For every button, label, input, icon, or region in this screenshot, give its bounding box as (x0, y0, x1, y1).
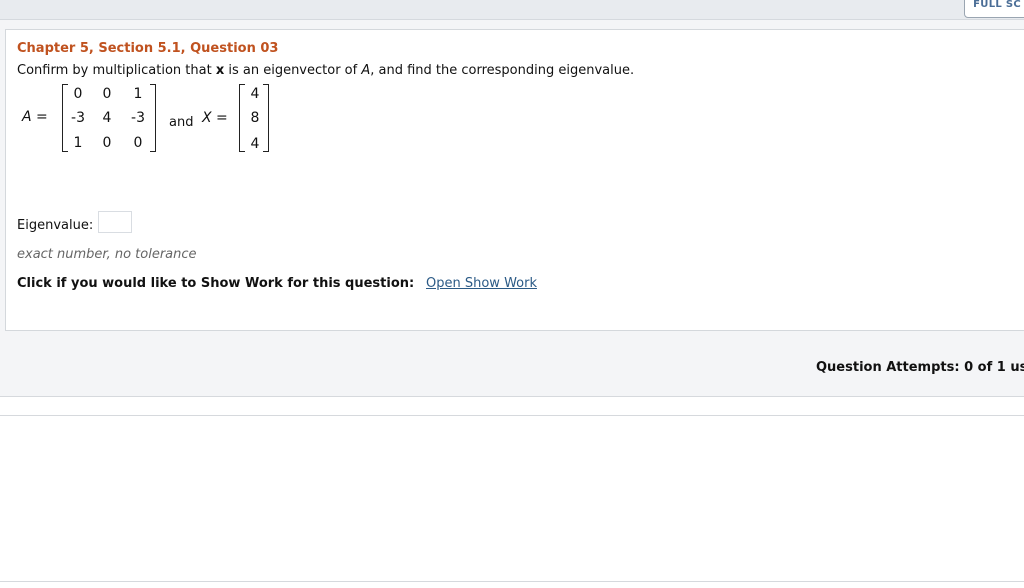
show-work-label: Click if you would like to Show Work for… (17, 276, 415, 291)
vector-x-cell: 4 (250, 86, 260, 102)
question-title: Chapter 5, Section 5.1, Question 03 (17, 41, 279, 56)
matrix-a-label: A = (22, 109, 48, 125)
matrix-a-cell: 0 (102, 86, 112, 102)
bottom-divider (0, 581, 1024, 582)
prompt-x-vector: x (215, 63, 225, 78)
prompt-text-1: Confirm by multiplication that (17, 63, 216, 78)
section-divider (0, 415, 1024, 416)
matrix-a-cell: -3 (131, 110, 145, 126)
question-attempts: Question Attempts: 0 of 1 us (816, 360, 1024, 375)
prompt-text-3: , and find the corresponding eigenvalue. (370, 63, 635, 78)
question-panel: Chapter 5, Section 5.1, Question 03 Conf… (5, 29, 1024, 331)
vector-x-cell: 4 (250, 136, 260, 152)
matrix-a-cell: 0 (73, 86, 83, 102)
full-screen-button[interactable]: FULL SC (964, 0, 1024, 18)
vector-x-cell: 8 (250, 110, 260, 126)
top-toolbar: FULL SC (0, 0, 1024, 20)
open-show-work-link[interactable]: Open Show Work (426, 276, 537, 291)
eigenvalue-label: Eigenvalue: (17, 218, 94, 233)
matrix-a-cell: 4 (102, 110, 112, 126)
matrix-a-cell: 0 (102, 135, 112, 151)
matrix-a-right-bracket (150, 84, 156, 152)
and-text: and (169, 115, 194, 130)
question-prompt: Confirm by multiplication that x is an e… (17, 63, 634, 78)
question-region: Chapter 5, Section 5.1, Question 03 Conf… (0, 20, 1024, 397)
matrix-a-cell: 1 (73, 135, 83, 151)
prompt-text-2: is an eigenvector of (224, 63, 362, 78)
matrix-a-cell: 0 (133, 135, 143, 151)
prompt-a-matrix: A (361, 63, 371, 78)
eigenvalue-input[interactable] (98, 211, 132, 233)
matrix-a-cell: -3 (71, 110, 85, 126)
answer-hint: exact number, no tolerance (17, 247, 197, 262)
vector-x-label: X = (202, 110, 228, 126)
matrix-a-cell: 1 (133, 86, 143, 102)
